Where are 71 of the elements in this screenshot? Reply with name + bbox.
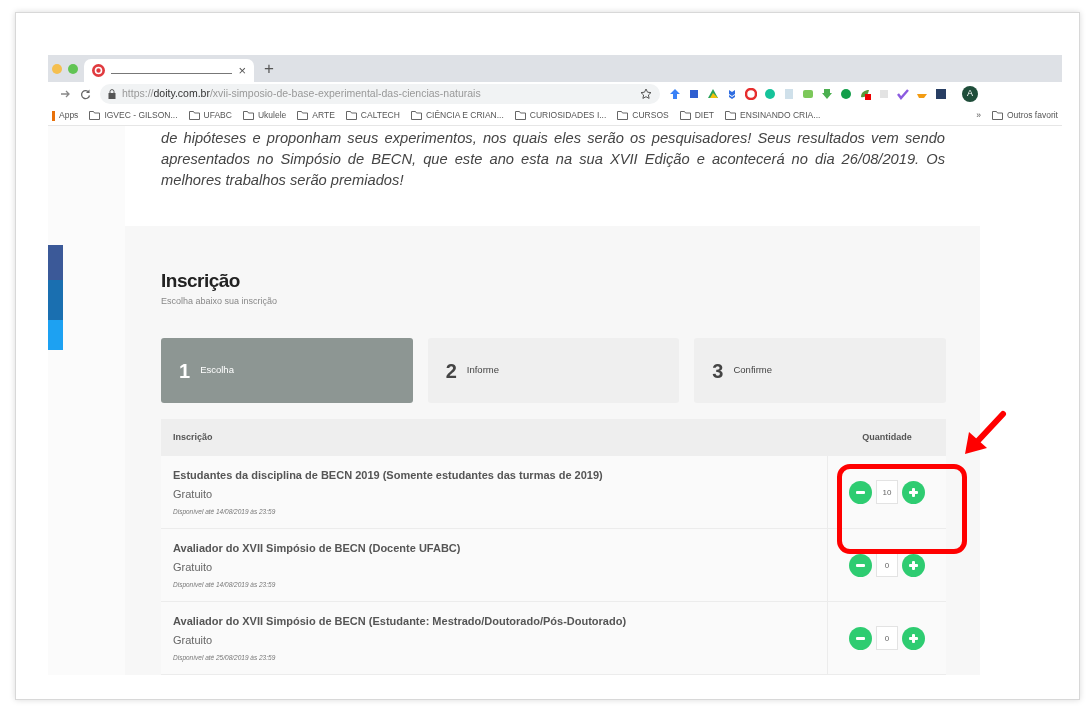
folder-icon (617, 111, 629, 120)
bookmark-item[interactable]: Apps (52, 109, 79, 122)
bookmark-item[interactable]: CIÊNCIA E CRIAN... (410, 109, 504, 122)
extension-icon[interactable] (688, 88, 700, 100)
reload-icon[interactable] (80, 88, 91, 100)
increase-button[interactable] (902, 480, 925, 504)
quantity-field[interactable]: 10 (876, 480, 898, 504)
minus-icon (856, 563, 865, 567)
ticket-name: Avaliador do XVII Simpósio de BECN (Docente UFABC) (173, 541, 462, 556)
quantity-field[interactable]: 0 (876, 626, 898, 650)
column-header: Inscrição (172, 430, 214, 444)
folder-icon (991, 111, 1003, 120)
apps-icon (52, 110, 55, 121)
bookmark-star-icon[interactable] (640, 88, 652, 100)
folder-icon (514, 111, 526, 120)
folder-icon (89, 111, 101, 120)
ticket-name: Avaliador do XVII Simpósio de BECN (Estudante: Mestrado/Doutorado/Pós-Doutorado) (173, 614, 628, 629)
decrease-button[interactable] (849, 553, 872, 577)
tab-close-button[interactable]: × (238, 64, 246, 77)
step-tab[interactable]: 2 Informe (427, 338, 680, 403)
bookmark-item[interactable]: Ukulele (242, 109, 287, 122)
folder-icon (242, 111, 254, 120)
ticket-price: Gratuito (173, 559, 214, 575)
increase-button[interactable] (902, 553, 925, 577)
address-url: https://doity.com.br/xvii-simposio-de-base-experimental-das-ciencias-naturais (122, 86, 481, 102)
bookmarks-overflow-button[interactable]: » (976, 109, 981, 122)
ticket-price: Gratuito (173, 486, 214, 502)
bookmark-item[interactable]: CURIOSIDADES I... (514, 109, 607, 122)
site-favicon-icon (92, 64, 105, 77)
minus-icon (856, 636, 865, 640)
browser-tab[interactable]: × (84, 59, 254, 82)
bookmark-item[interactable]: ENSINANDO CRIA... (725, 109, 821, 122)
address-bar[interactable]: https://doity.com.br/xvii-simposio-de-base-experimental-das-ciencias-naturais (100, 84, 660, 104)
extension-icon[interactable] (859, 88, 871, 100)
extension-icon[interactable] (897, 88, 909, 100)
bookmark-item[interactable]: UFABC (188, 109, 232, 122)
new-tab-button[interactable]: + (260, 60, 278, 77)
ticket-price: Gratuito (173, 632, 214, 648)
bookmark-item[interactable]: CURSOS (617, 109, 669, 122)
folder-icon (345, 111, 357, 120)
decrease-button[interactable] (849, 626, 872, 650)
profile-avatar[interactable]: A (962, 86, 978, 102)
bookmark-item[interactable]: CALTECH (345, 109, 400, 122)
step-tab[interactable]: 3 Confirme (694, 338, 946, 403)
folder-icon (188, 111, 200, 120)
decrease-button[interactable] (849, 480, 872, 504)
event-description: de hipóteses e proponham seus experimentos, nos quais eles serão os pesquisadores! Seus resultados vem sendo apresentados no Simpósio de BECN, que este ano esta na sua XVII Edição e acontecerá no dia 26/08/2019. Os melhores trabalhos serão premiados! (161, 129, 945, 190)
lock-icon (108, 89, 116, 99)
plus-icon (909, 560, 918, 570)
window-maximize-button[interactable] (68, 63, 78, 74)
bookmark-item[interactable]: DIET (679, 109, 715, 122)
ticket-name: Estudantes da disciplina de BECN 2019 (Somente estudantes das turmas de 2019) (173, 468, 604, 483)
plus-icon (909, 633, 918, 643)
extension-icon[interactable] (935, 88, 947, 100)
forward-arrow-icon[interactable] (60, 89, 71, 99)
bookmark-item[interactable]: Outros favorit (991, 109, 1058, 122)
section-title: Inscrição (161, 269, 241, 292)
folder-icon (297, 111, 309, 120)
social-share-bar[interactable] (48, 245, 63, 350)
quantity-field[interactable]: 0 (876, 553, 898, 577)
column-header: Quantidade (861, 430, 913, 444)
minus-icon (856, 490, 865, 494)
section-subtitle: Escolha abaixo sua inscrição (161, 294, 279, 308)
increase-button[interactable] (902, 626, 925, 650)
bookmark-item[interactable]: IGVEC - GILSON... (89, 109, 178, 122)
folder-icon (679, 111, 691, 120)
extension-icon[interactable] (726, 88, 738, 100)
bookmark-item[interactable]: ARTE (297, 109, 335, 122)
plus-icon (909, 487, 918, 497)
folder-icon (410, 111, 422, 120)
folder-icon (725, 111, 737, 120)
